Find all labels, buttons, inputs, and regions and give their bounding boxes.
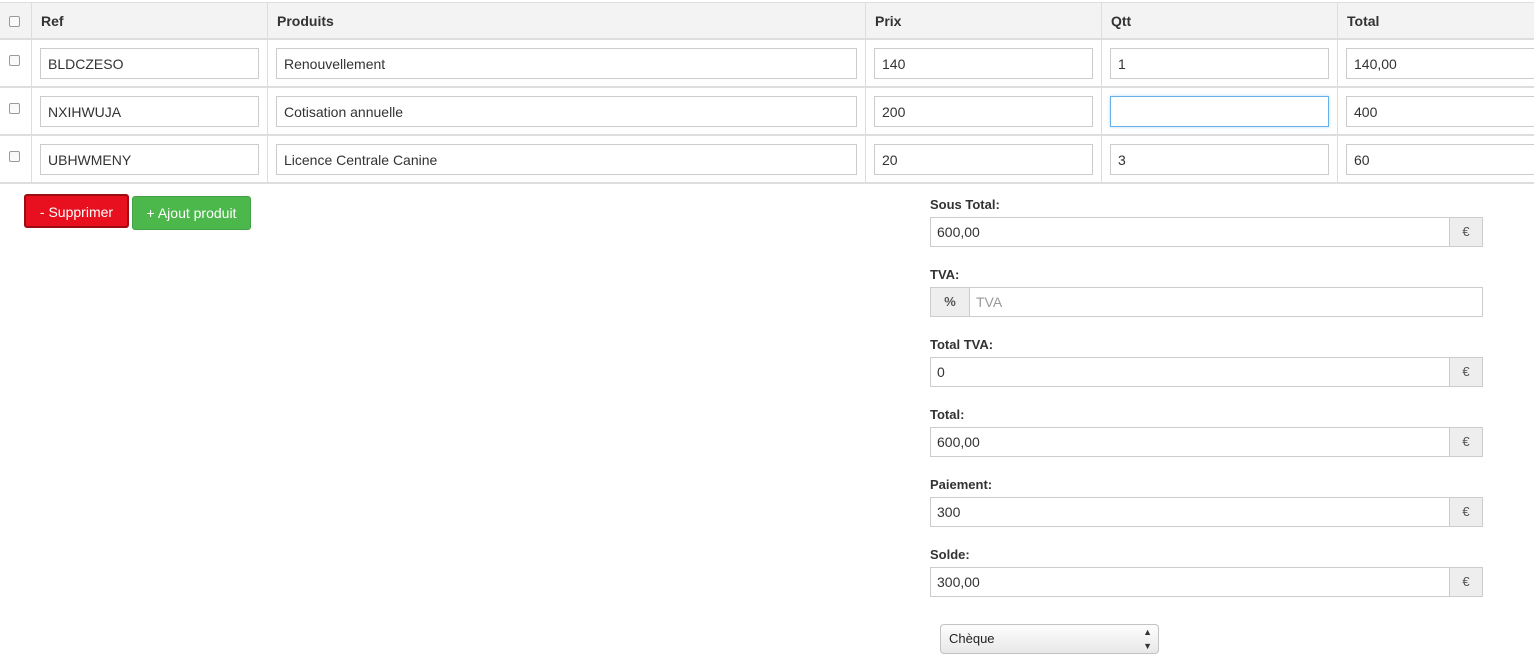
- euro-addon: €: [1449, 358, 1482, 386]
- payment-method-value: Chèque: [949, 631, 995, 646]
- qtt-cell: [1101, 88, 1337, 134]
- ref-cell: [31, 136, 267, 182]
- table-row: [0, 40, 1534, 88]
- prix-input[interactable]: [874, 96, 1093, 127]
- sous-total-group: Sous Total: €: [930, 197, 1483, 247]
- euro-addon: €: [1449, 498, 1482, 526]
- total-input[interactable]: [1346, 144, 1534, 175]
- header-ref: Ref: [31, 3, 267, 38]
- header-select-cell: [0, 3, 31, 38]
- solde-input[interactable]: [931, 568, 1449, 596]
- total-input-group: €: [930, 427, 1483, 457]
- solde-group: Solde: €: [930, 547, 1483, 597]
- paiement-input[interactable]: [931, 498, 1449, 526]
- total-input[interactable]: [1346, 48, 1534, 79]
- row-checkbox[interactable]: [9, 151, 20, 162]
- table-row: [0, 88, 1534, 136]
- header-ref-label: Ref: [41, 13, 64, 29]
- paiement-input-group: €: [930, 497, 1483, 527]
- produit-input[interactable]: [276, 144, 857, 175]
- add-product-button[interactable]: + Ajout produit: [132, 196, 251, 230]
- header-total-label: Total: [1347, 13, 1380, 29]
- ref-input[interactable]: [40, 48, 259, 79]
- total-tva-input[interactable]: [931, 358, 1449, 386]
- qtt-cell: [1101, 40, 1337, 86]
- row-select-cell: [0, 88, 31, 134]
- total-cell: [1337, 88, 1534, 134]
- row-select-cell: [0, 136, 31, 182]
- table-row: [0, 136, 1534, 184]
- produit-cell: [267, 136, 865, 182]
- header-qtt-label: Qtt: [1111, 13, 1132, 29]
- qtt-input[interactable]: [1110, 96, 1329, 127]
- ref-cell: [31, 40, 267, 86]
- tva-label: TVA:: [930, 267, 960, 282]
- ref-input[interactable]: [40, 96, 259, 127]
- table-header-row: Ref Produits Prix Qtt Total: [0, 2, 1534, 40]
- solde-input-group: €: [930, 567, 1483, 597]
- tva-input[interactable]: [970, 288, 1482, 316]
- select-arrows-icon: ▲ ▼: [1143, 627, 1152, 651]
- qtt-input[interactable]: [1110, 144, 1329, 175]
- paiement-label: Paiement:: [930, 477, 993, 492]
- tva-input-group: %: [930, 287, 1483, 317]
- select-all-checkbox[interactable]: [9, 16, 20, 27]
- prix-input[interactable]: [874, 144, 1093, 175]
- produit-cell: [267, 40, 865, 86]
- euro-addon: €: [1449, 568, 1482, 596]
- sous-total-input-group: €: [930, 217, 1483, 247]
- total-input[interactable]: [1346, 96, 1534, 127]
- total-tva-group: Total TVA: €: [930, 337, 1483, 387]
- qtt-cell: [1101, 136, 1337, 182]
- header-produits-label: Produits: [277, 13, 334, 29]
- row-checkbox[interactable]: [9, 103, 20, 114]
- header-total: Total: [1337, 3, 1534, 38]
- sous-total-label: Sous Total:: [930, 197, 1000, 212]
- invoice-lines-table: Ref Produits Prix Qtt Total: [0, 2, 1534, 184]
- header-qtt: Qtt: [1101, 3, 1337, 38]
- payment-method-select[interactable]: Chèque ▲ ▼: [940, 624, 1159, 654]
- total-label: Total:: [930, 407, 965, 422]
- sous-total-input[interactable]: [931, 218, 1449, 246]
- total-tva-label: Total TVA:: [930, 337, 994, 352]
- prix-cell: [865, 40, 1101, 86]
- header-prix-label: Prix: [875, 13, 902, 29]
- prix-cell: [865, 88, 1101, 134]
- row-checkbox[interactable]: [9, 55, 20, 66]
- prix-input[interactable]: [874, 48, 1093, 79]
- total-cell: [1337, 136, 1534, 182]
- produit-cell: [267, 88, 865, 134]
- header-prix: Prix: [865, 3, 1101, 38]
- total-cell: [1337, 40, 1534, 86]
- delete-button[interactable]: - Supprimer: [24, 194, 129, 228]
- ref-input[interactable]: [40, 144, 259, 175]
- total-tva-input-group: €: [930, 357, 1483, 387]
- produit-input[interactable]: [276, 48, 857, 79]
- ref-cell: [31, 88, 267, 134]
- header-produits: Produits: [267, 3, 865, 38]
- prix-cell: [865, 136, 1101, 182]
- grand-total-input[interactable]: [931, 428, 1449, 456]
- row-select-cell: [0, 40, 31, 86]
- total-group: Total: €: [930, 407, 1483, 457]
- produit-input[interactable]: [276, 96, 857, 127]
- solde-label: Solde:: [930, 547, 970, 562]
- tva-group: TVA: %: [930, 267, 1483, 317]
- paiement-group: Paiement: €: [930, 477, 1483, 527]
- euro-addon: €: [1449, 218, 1482, 246]
- euro-addon: €: [1449, 428, 1482, 456]
- qtt-input[interactable]: [1110, 48, 1329, 79]
- percent-addon: %: [931, 288, 970, 316]
